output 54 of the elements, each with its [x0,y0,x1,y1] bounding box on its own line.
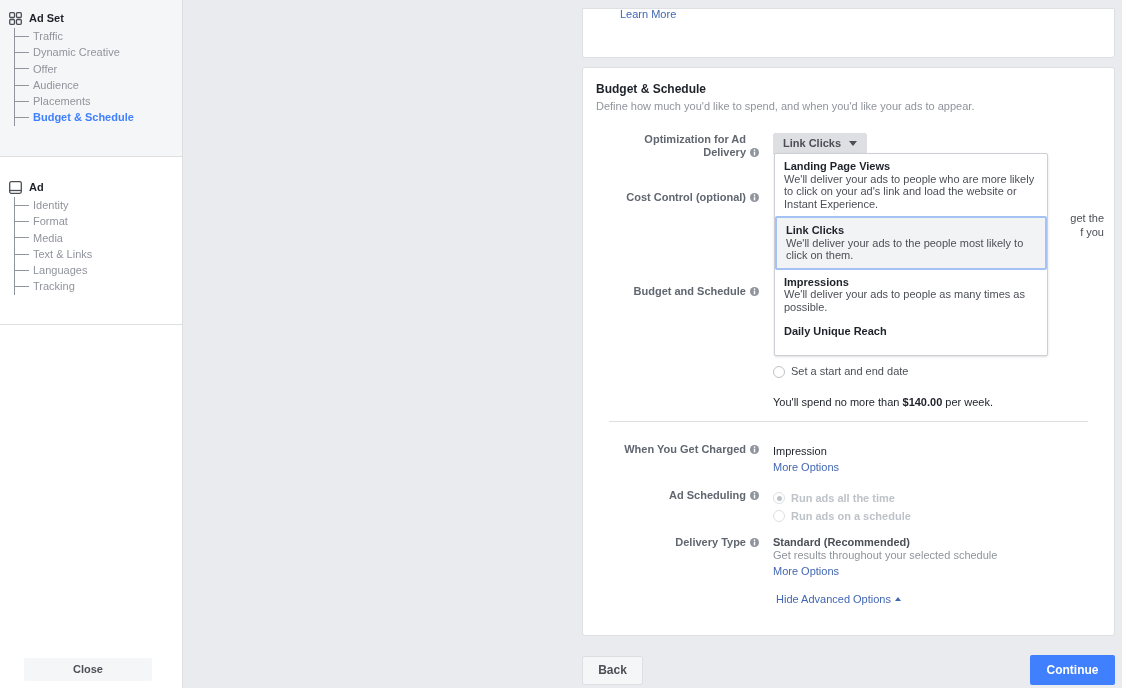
nav-item[interactable]: Audience [33,76,79,94]
nav-item[interactable]: Languages [33,262,88,279]
radio-label: Set a start and end date [791,364,909,380]
continue-button[interactable]: Continue [1030,655,1115,685]
delivery-description: Get results throughout your selected schedule [773,549,998,562]
more-options-link[interactable]: More Options [773,565,998,578]
device-icon [9,180,22,194]
nav-item[interactable]: Traffic [33,27,63,45]
field-label: Cost Control (optional) [626,190,746,204]
info-icon [750,286,759,296]
info-icon [750,192,759,202]
section-title: Ad [29,179,44,195]
nav-item[interactable]: Media [33,229,63,246]
radio-label: Run ads on a schedule [791,508,911,524]
field-label: Ad Scheduling [669,489,746,502]
spend-summary: You'll spend no more than $140.00 per week. [773,394,994,410]
more-options-link[interactable]: More Options [773,459,840,475]
caret-down-icon [849,141,858,146]
grid-icon [9,11,22,25]
nav-item[interactable]: Text & Links [33,245,93,263]
caret-up-icon [894,597,901,602]
section-title: Ad Set [29,10,64,26]
close-button[interactable]: Close [24,658,152,681]
info-icon [750,538,759,547]
info-icon [750,147,759,157]
field-label: Optimization for Ad Delivery [643,132,746,159]
nav-item[interactable]: Format [33,213,68,230]
nav-item[interactable]: Identity [33,196,69,214]
field-label: Delivery Type [675,536,746,549]
hint-text: f you [1080,224,1104,239]
dropdown-option[interactable]: Link Clicks We'll deliver your ads to the people most likely to click on them. [775,216,1047,270]
optimization-dropdown[interactable]: Link Clicks [773,132,868,155]
learn-more-link[interactable]: Learn More [620,6,1077,23]
nav-item[interactable]: Tracking [33,278,75,295]
nav-item[interactable]: Offer [33,60,58,77]
charge-value: Impression [773,444,828,459]
hide-advanced-link[interactable]: Hide Advanced Options [776,591,901,608]
field-label: Budget and Schedule [633,284,746,298]
delivery-value: Standard (Recommended) [773,536,911,549]
nav-item[interactable]: Dynamic Creative [33,44,120,61]
nav-item[interactable]: Budget & Schedule [33,109,134,126]
back-button[interactable]: Back [582,655,643,685]
card-subtitle: Define how much you'd like to spend, and when you'd like your ads to appear. [596,99,976,114]
hint-text: get the [1070,210,1104,225]
dropdown-option[interactable]: Landing Page Views We'll deliver your ads to people who are more likely to click on your ad's link and load the website or Instant Experience. [775,154,1047,216]
card-title: Budget & Schedule [596,81,707,98]
field-label: When You Get Charged [624,443,746,456]
info-icon [750,445,759,454]
radio-label: Run ads all the time [791,490,895,506]
nav-item[interactable]: Placements [33,93,91,110]
info-icon [750,491,759,500]
dropdown-option[interactable]: Impressions We'll deliver your ads to people as many times as possible. [775,269,1047,319]
radio-button[interactable] [773,365,785,378]
dropdown-option[interactable]: Daily Unique Reach [775,319,1047,344]
